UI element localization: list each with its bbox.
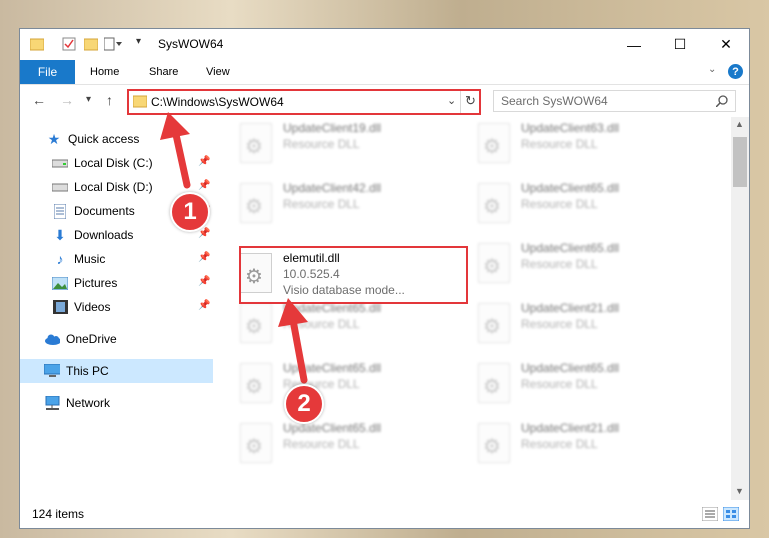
arrow-1 xyxy=(160,112,191,189)
annotation-arrows xyxy=(160,112,308,384)
step-badge-2: 2 xyxy=(284,384,324,424)
step-badge-1: 1 xyxy=(170,192,210,232)
arrow-2 xyxy=(278,298,308,384)
